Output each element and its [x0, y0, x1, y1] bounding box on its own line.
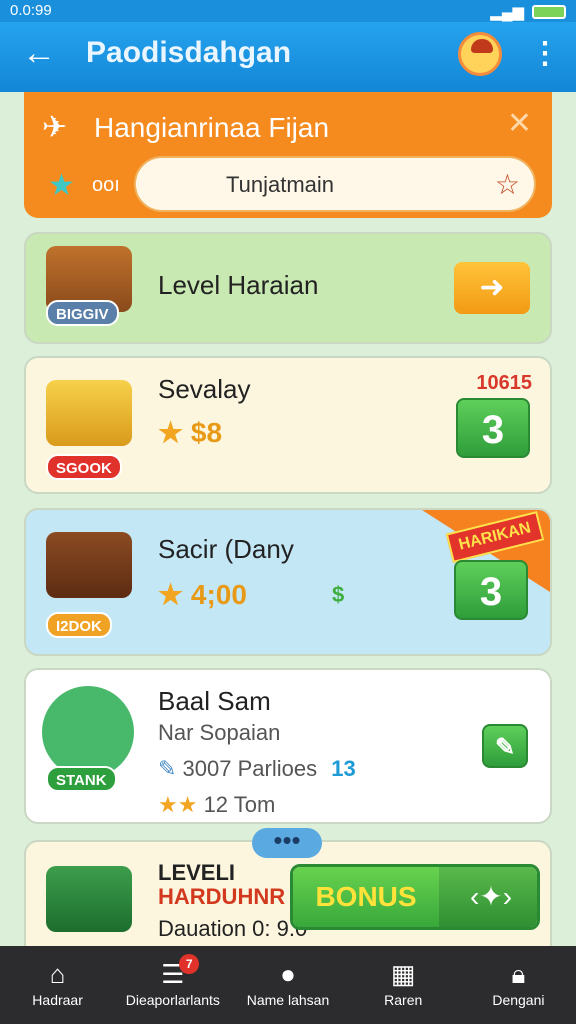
item-title: Sevalay	[158, 374, 251, 404]
item-tag: SGOOK	[46, 454, 122, 480]
nav-item-ideas[interactable]: ● Name lahsan	[230, 946, 345, 1024]
banner-field-text: Tunjatmain	[226, 172, 335, 197]
nav-label: Dieaporlarlants	[125, 992, 220, 1008]
item-badge-button[interactable]: 3	[454, 560, 528, 620]
lightbulb-icon: ●	[280, 959, 296, 989]
signal-icon: ▂▄▆	[490, 4, 524, 21]
edit-button[interactable]: ✎	[482, 724, 528, 768]
item-title: LEVELI	[158, 860, 236, 885]
book-icon	[46, 380, 132, 446]
nav-item-list[interactable]: ☰ 7 Dieaporlarlants	[115, 946, 230, 1024]
content-list[interactable]: ✈ Hangianrinaa Fijan ✕ ★ ooı Tunjatmain …	[0, 92, 576, 946]
status-icons: ▂▄▆	[490, 3, 566, 21]
list-item-baal-sam[interactable]: STANK Baal Sam Nar Sopaian ✎ 3007 Parlio…	[24, 668, 552, 824]
pencil-icon: ✎	[158, 756, 183, 781]
item-badge-button[interactable]: 3	[456, 398, 530, 458]
favorite-star-icon[interactable]: ☆	[495, 168, 520, 201]
game-box-icon	[46, 532, 132, 598]
home-icon: ⌂	[49, 959, 66, 989]
item-title: Sacir (Dany	[158, 534, 294, 564]
arrows-icon: ‹✦›	[439, 867, 537, 927]
back-button[interactable]: ←	[22, 36, 56, 70]
item-tag: STANK	[46, 766, 117, 792]
nav-label: Raren	[384, 992, 423, 1008]
banner-label: ooı	[92, 174, 120, 196]
item-footer: ★★ 12 Tom	[158, 792, 275, 818]
item-price: ★ $8	[158, 416, 222, 449]
promo-banner: ✈ Hangianrinaa Fijan ✕ ★ ooı Tunjatmain …	[24, 92, 552, 218]
item-subtitle: Nar Sopaian	[158, 720, 281, 745]
page-title: Paodisdahgan	[86, 36, 292, 69]
pin-icon: ✈	[42, 111, 68, 144]
list-item-level[interactable]: BIGGIV Level Haraian ➜	[24, 232, 552, 344]
item-title: Baal Sam	[158, 686, 271, 716]
nav-label: Dengani	[492, 992, 545, 1008]
bonus-button[interactable]: BONUS ‹✦›	[290, 864, 540, 930]
banner-title: Hangianrinaa Fijan	[94, 112, 330, 143]
nav-label: Hadraar	[32, 992, 83, 1008]
app-bar: ← Paodisdahgan ⋮	[0, 22, 576, 92]
item-info-text: 3007 Parlioes	[182, 756, 318, 781]
status-bar: 0.0:99 ▂▄▆	[0, 0, 576, 22]
list-item-sevalay[interactable]: SGOOK Sevalay ★ $8 10615 3	[24, 356, 552, 494]
nav-item-lock[interactable]: 🔒︎ Dengani	[461, 946, 576, 1024]
item-tag: BIGGIV	[46, 300, 119, 326]
avatar[interactable]	[458, 32, 502, 76]
item-subtitle: HARDUHNR	[158, 884, 286, 909]
map-icon: ▦	[390, 959, 416, 989]
stacked-books-icon	[46, 866, 132, 932]
list-icon: ☰	[161, 959, 185, 989]
status-time: 0.0:99	[10, 2, 52, 19]
item-duration: Dauation 0: 9.0	[158, 916, 308, 941]
star-icon: ★★	[158, 792, 204, 817]
more-dots-icon[interactable]: •••	[252, 827, 322, 858]
item-price-value: $8	[190, 417, 223, 448]
bottom-nav: ⌂ Hadraar ☰ 7 Dieaporlarlants ● Name lah…	[0, 946, 576, 1024]
profile-avatar	[42, 686, 134, 778]
star-icon: ★	[48, 169, 75, 202]
battery-icon	[532, 5, 566, 19]
nav-label: Name lahsan	[246, 992, 330, 1008]
item-footer-text: 12 Tom	[203, 792, 276, 817]
item-info: ✎ 3007 Parlioes 13	[158, 756, 356, 782]
item-info-count: 13	[331, 756, 356, 781]
close-icon[interactable]: ✕	[507, 106, 532, 141]
nav-item-home[interactable]: ⌂ Hadraar	[0, 946, 115, 1024]
item-count: 10615	[476, 372, 532, 394]
star-icon: ★	[158, 579, 191, 610]
more-vert-icon[interactable]: ⋮	[530, 36, 560, 71]
star-icon: ★	[158, 417, 191, 448]
go-button[interactable]: ➜	[454, 262, 530, 314]
bonus-label: BONUS	[293, 867, 439, 927]
lock-icon: 🔒︎	[511, 959, 526, 989]
banner-input-field[interactable]: Tunjatmain ☆	[134, 156, 536, 212]
item-price: ★ 4;00	[158, 578, 247, 611]
list-item-sacir[interactable]: HARIKAN I2DOK Sacir (Dany ★ 4;00 $ 3	[24, 508, 552, 656]
item-tag: I2DOK	[46, 612, 112, 638]
item-price-value: 4;00	[190, 579, 247, 610]
nav-item-map[interactable]: ▦ Raren	[346, 946, 461, 1024]
cash-icon: $	[332, 582, 345, 607]
item-title: Level Haraian	[158, 270, 319, 300]
